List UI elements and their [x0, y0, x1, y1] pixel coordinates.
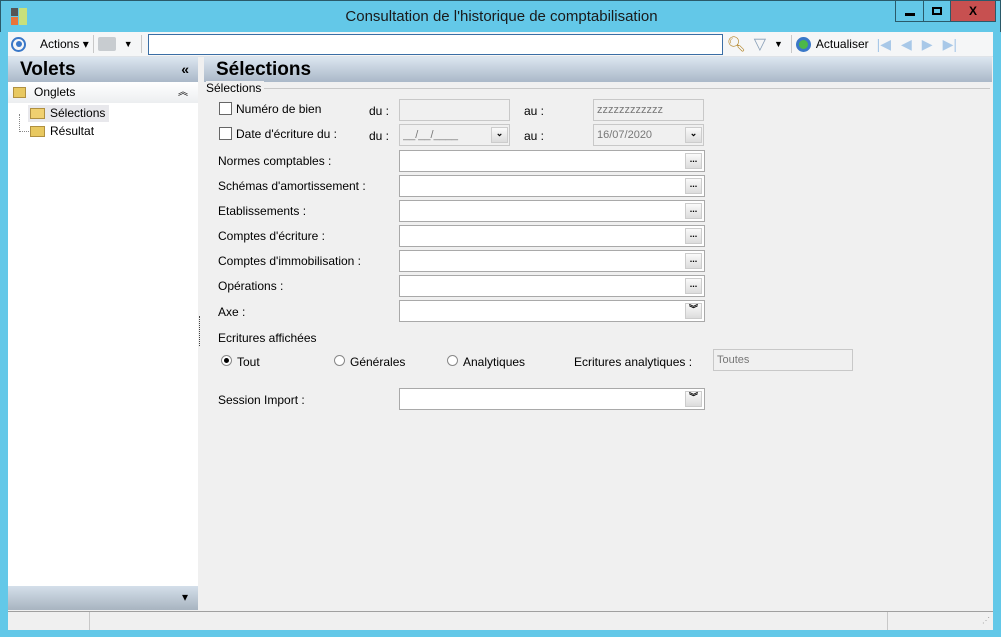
browse-icon[interactable]: ...	[685, 278, 702, 294]
search-input[interactable]	[147, 33, 723, 55]
left-panel: Volets « Onglets ︽ Sélections Résultat ▾	[8, 57, 198, 610]
date-to-dropdown-icon[interactable]: ⌄	[685, 127, 702, 143]
radio-analytiques-label[interactable]: Analytiques	[463, 355, 525, 369]
numero-to-input[interactable]	[593, 99, 704, 121]
main-header: Sélections	[204, 57, 992, 82]
ecritures-analytiques-label: Ecritures analytiques :	[574, 355, 693, 369]
status-bar: ⋰	[8, 611, 993, 630]
comptes-ecriture-input[interactable]	[399, 225, 705, 247]
group-onglets[interactable]: Onglets ︽	[8, 82, 198, 103]
search-icon[interactable]: 🔍︎	[727, 35, 746, 53]
refresh-icon[interactable]	[795, 36, 811, 52]
etablissements-input[interactable]	[399, 200, 705, 222]
numero-checkbox[interactable]	[219, 102, 232, 115]
splitter[interactable]	[199, 316, 201, 346]
resize-grip-icon[interactable]: ⋰	[888, 612, 993, 630]
left-panel-footer[interactable]: ▾	[8, 586, 198, 610]
group-label: Sélections	[206, 81, 265, 95]
group-toggle-icon[interactable]: ︽	[178, 82, 188, 103]
target-icon[interactable]	[11, 36, 26, 52]
browse-icon[interactable]: ...	[685, 253, 702, 269]
radio-analytiques[interactable]	[447, 355, 458, 366]
numero-label: Numéro de bien	[236, 102, 322, 116]
axe-select[interactable]	[399, 300, 705, 322]
print-icon[interactable]	[97, 37, 116, 51]
page-title: Sélections	[216, 59, 312, 80]
normes-label: Normes comptables :	[218, 154, 332, 168]
minimize-button[interactable]	[895, 1, 924, 22]
numero-from-input[interactable]	[399, 99, 510, 121]
radio-tout[interactable]	[221, 355, 232, 366]
chevron-down-icon[interactable]: ︾	[685, 391, 702, 407]
folder-icon	[30, 126, 45, 137]
window-title: Consultation de l'historique de comptabi…	[345, 8, 658, 25]
selections-groupbox	[206, 88, 990, 89]
date-from-dropdown-icon[interactable]: ⌄	[491, 127, 508, 143]
left-panel-header: Volets «	[8, 57, 198, 82]
session-label: Session Import :	[218, 393, 305, 407]
collapse-panel-button[interactable]: «	[181, 57, 189, 82]
date-checkbox[interactable]	[219, 127, 232, 140]
tree-item-resultat[interactable]: Résultat	[28, 123, 94, 140]
chevron-down-icon[interactable]: ︾	[685, 303, 702, 319]
operations-input[interactable]	[399, 275, 705, 297]
ecritures-label: Ecritures affichées	[218, 331, 317, 345]
radio-generales-label[interactable]: Générales	[350, 355, 405, 369]
browse-icon[interactable]: ...	[685, 228, 702, 244]
status-panel	[8, 612, 90, 630]
print-dropdown-icon[interactable]: ▼	[124, 39, 133, 49]
radio-tout-label[interactable]: Tout	[237, 355, 260, 369]
status-panel	[90, 612, 888, 630]
etablissements-label: Etablissements :	[218, 204, 307, 218]
refresh-button[interactable]: Actualiser	[816, 37, 869, 51]
browse-icon[interactable]: ...	[685, 203, 702, 219]
actions-menu[interactable]: Actions ▾	[40, 37, 89, 51]
first-icon[interactable]: |◀	[877, 36, 891, 53]
operations-label: Opérations :	[218, 279, 284, 293]
ecritures-analytiques-input[interactable]	[713, 349, 853, 371]
previous-icon[interactable]: ◀	[901, 36, 912, 53]
comptes-immobilisation-label: Comptes d'immobilisation :	[218, 254, 362, 268]
radio-generales[interactable]	[334, 355, 345, 366]
toolbar: Actions ▾ ▼ 🔍︎ ▽ ▼ Actualiser |◀ ◀ ▶ ▶|	[8, 32, 993, 57]
folder-icon	[13, 87, 26, 98]
numero-du-label: du :	[369, 104, 390, 118]
schemas-input[interactable]	[399, 175, 705, 197]
browse-icon[interactable]: ...	[685, 178, 702, 194]
comptes-ecriture-label: Comptes d'écriture :	[218, 229, 325, 243]
group-label: Onglets	[34, 85, 76, 99]
left-panel-title: Volets	[20, 59, 76, 80]
date-du-label: du :	[369, 129, 390, 143]
date-au-label: au :	[524, 129, 545, 143]
tree-item-selections[interactable]: Sélections	[28, 105, 110, 122]
next-icon[interactable]: ▶	[922, 36, 933, 53]
filter-dropdown-icon[interactable]: ▼	[774, 39, 783, 49]
comptes-immobilisation-input[interactable]	[399, 250, 705, 272]
last-icon[interactable]: ▶|	[943, 36, 957, 53]
session-select[interactable]	[399, 388, 705, 410]
filter-icon[interactable]: ▽	[754, 34, 766, 54]
chevron-down-icon[interactable]: ▾	[182, 590, 188, 604]
browse-icon[interactable]: ...	[685, 153, 702, 169]
open-folder-icon	[30, 108, 45, 119]
close-button[interactable]: X	[950, 1, 996, 22]
numero-au-label: au :	[524, 104, 545, 118]
maximize-button[interactable]	[923, 1, 951, 22]
date-label: Date d'écriture du :	[236, 127, 338, 141]
title-bar: Consultation de l'historique de comptabi…	[0, 0, 1001, 32]
schemas-label: Schémas d'amortissement :	[218, 179, 366, 193]
tree-lines	[19, 114, 29, 132]
axe-label: Axe :	[218, 305, 246, 319]
normes-input[interactable]	[399, 150, 705, 172]
